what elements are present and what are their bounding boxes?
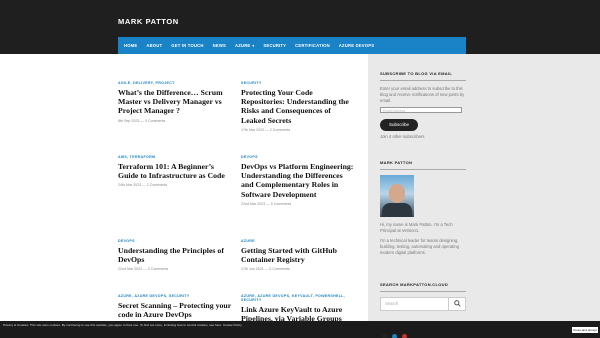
nav-azure-devops-label: AZURE DEVOPS	[338, 43, 375, 48]
widget-title: MARK PATTON	[380, 160, 413, 165]
search-button[interactable]	[449, 296, 466, 311]
divider	[380, 291, 466, 292]
post-card: AZURE, AZURE DEVOPS, SECURITY Secret Sca…	[118, 294, 232, 319]
email-field[interactable]: Email Address	[380, 106, 462, 113]
post-card: AZURE, AZURE DEVOPS, KEYVAULT, POWERSHEL…	[241, 294, 355, 323]
close-and-accept-button[interactable]: Close and accept	[572, 327, 598, 333]
post-meta: 8th Sep 2023 — 0 Comments	[118, 118, 166, 123]
avatar-body	[382, 202, 412, 217]
nav-certification-label: CERTIFICATION	[295, 43, 330, 48]
nav-about-label: ABOUT	[146, 43, 163, 48]
site-title[interactable]: MARK PATTON	[118, 17, 179, 26]
post-category[interactable]: SECURITY	[241, 81, 355, 85]
avatar-head	[389, 183, 405, 203]
social-icon[interactable]	[392, 334, 397, 338]
widget-title: SUBSCRIBE TO BLOG VIA EMAIL	[380, 71, 453, 76]
post-meta: 17th Mar 2023 — 2 Comments	[241, 127, 291, 132]
sidebar: SUBSCRIBE TO BLOG VIA EMAIL Enter your e…	[368, 54, 600, 338]
post-category[interactable]: AWS, TERRAFORM	[118, 155, 232, 159]
post-card: AWS, TERRAFORM Terraform 101: A Beginner…	[118, 155, 232, 187]
post-category[interactable]: AZURE, AZURE DEVOPS, KEYVAULT, POWERSHEL…	[241, 294, 355, 302]
divider	[380, 80, 466, 81]
post-title[interactable]: Terraform 101: A Beginner’s Guide to Inf…	[118, 162, 232, 180]
search-widget: SEARCH MARKPATTON.CLOUD Search	[380, 282, 466, 311]
nav-home[interactable]: HOME	[124, 43, 137, 48]
widget-title: SEARCH MARKPATTON.CLOUD	[380, 282, 449, 287]
post-meta: 22nd Mar 2023 — 0 Comments	[241, 201, 292, 206]
cookie-text: Privacy & Cookies: This site uses cookie…	[3, 323, 242, 327]
post-category[interactable]: AZURE, AZURE DEVOPS, SECURITY	[118, 294, 232, 298]
search-form: Search	[380, 296, 466, 311]
nav-get-in-touch-label: GET IN TOUCH	[171, 43, 204, 48]
about-widget: MARK PATTON Hi, my name is Mark Patton. …	[380, 160, 466, 256]
subscriber-count: Join 4 other subscribers	[380, 133, 425, 139]
post-category[interactable]: AGILE, DELIVERY, PROJECT	[118, 81, 232, 85]
post-category[interactable]: DEVOPS	[241, 155, 355, 159]
nav-certification[interactable]: CERTIFICATION	[295, 43, 330, 48]
nav-azure-devops[interactable]: AZURE DEVOPS	[339, 43, 374, 48]
subscribe-widget: SUBSCRIBE TO BLOG VIA EMAIL Enter your e…	[380, 71, 466, 140]
subscribe-button[interactable]: Subscribe	[380, 118, 418, 131]
nav-home-label: HOME	[124, 43, 138, 48]
nav-security[interactable]: SECURITY	[263, 43, 286, 48]
chevron-down-icon: ▾	[252, 43, 255, 48]
post-category[interactable]: DEVOPS	[118, 239, 232, 243]
nav-news-label: NEWS	[212, 43, 226, 48]
avatar	[380, 174, 414, 217]
subscribe-description: Enter your email address to subscribe to…	[380, 85, 465, 103]
search-input[interactable]: Search	[380, 296, 449, 311]
post-list: AGILE, DELIVERY, PROJECT What’s the Diff…	[118, 54, 366, 338]
post-category[interactable]: AZURE	[241, 239, 355, 243]
nav-security-label: SECURITY	[263, 43, 287, 48]
post-card: AZURE Getting Started with GitHub Contai…	[241, 239, 355, 271]
nav-news[interactable]: NEWS	[213, 43, 226, 48]
post-card: DEVOPS DevOps vs Platform Engineering: U…	[241, 155, 355, 206]
post-meta: 22nd Mar 2023 — 0 Comments	[118, 267, 169, 272]
post-title[interactable]: Getting Started with GitHub Container Re…	[241, 246, 355, 264]
search-icon	[453, 300, 461, 307]
nav-get-in-touch[interactable]: GET IN TOUCH	[171, 43, 203, 48]
post-meta: 24th Mar 2023 — 2 Comments	[118, 183, 168, 188]
post-meta: 17th Jun 2021 — 0 Comments	[241, 267, 290, 272]
post-title[interactable]: Understanding the Principles of DevOps	[118, 246, 232, 264]
post-title[interactable]: DevOps vs Platform Engineering: Understa…	[241, 162, 355, 199]
post-card: AGILE, DELIVERY, PROJECT What’s the Diff…	[118, 81, 232, 123]
social-icon[interactable]	[402, 334, 407, 338]
about-text: I'm a technical leader for teams designi…	[380, 237, 459, 255]
post-card: DEVOPS Understanding the Principles of D…	[118, 239, 232, 271]
post-title[interactable]: What’s the Difference… Scrum Master vs D…	[118, 88, 232, 116]
social-icon[interactable]	[382, 334, 387, 338]
nav-about[interactable]: ABOUT	[146, 43, 162, 48]
nav-azure-label: AZURE	[234, 43, 251, 48]
cookie-banner: Privacy & Cookies: This site uses cookie…	[0, 321, 600, 338]
nav-azure[interactable]: AZURE ▾	[235, 43, 254, 48]
about-text: Hi, my name is Mark Patton. I'm a Tech P…	[380, 221, 453, 233]
post-title[interactable]: Secret Scanning – Protecting your code i…	[118, 301, 232, 319]
divider	[380, 169, 466, 170]
main-navigation: HOME ABOUT GET IN TOUCH NEWS AZURE ▾ SECU…	[118, 37, 466, 54]
post-card: SECURITY Protecting Your Code Repositori…	[241, 81, 355, 132]
post-title[interactable]: Protecting Your Code Repositories: Under…	[241, 88, 355, 125]
